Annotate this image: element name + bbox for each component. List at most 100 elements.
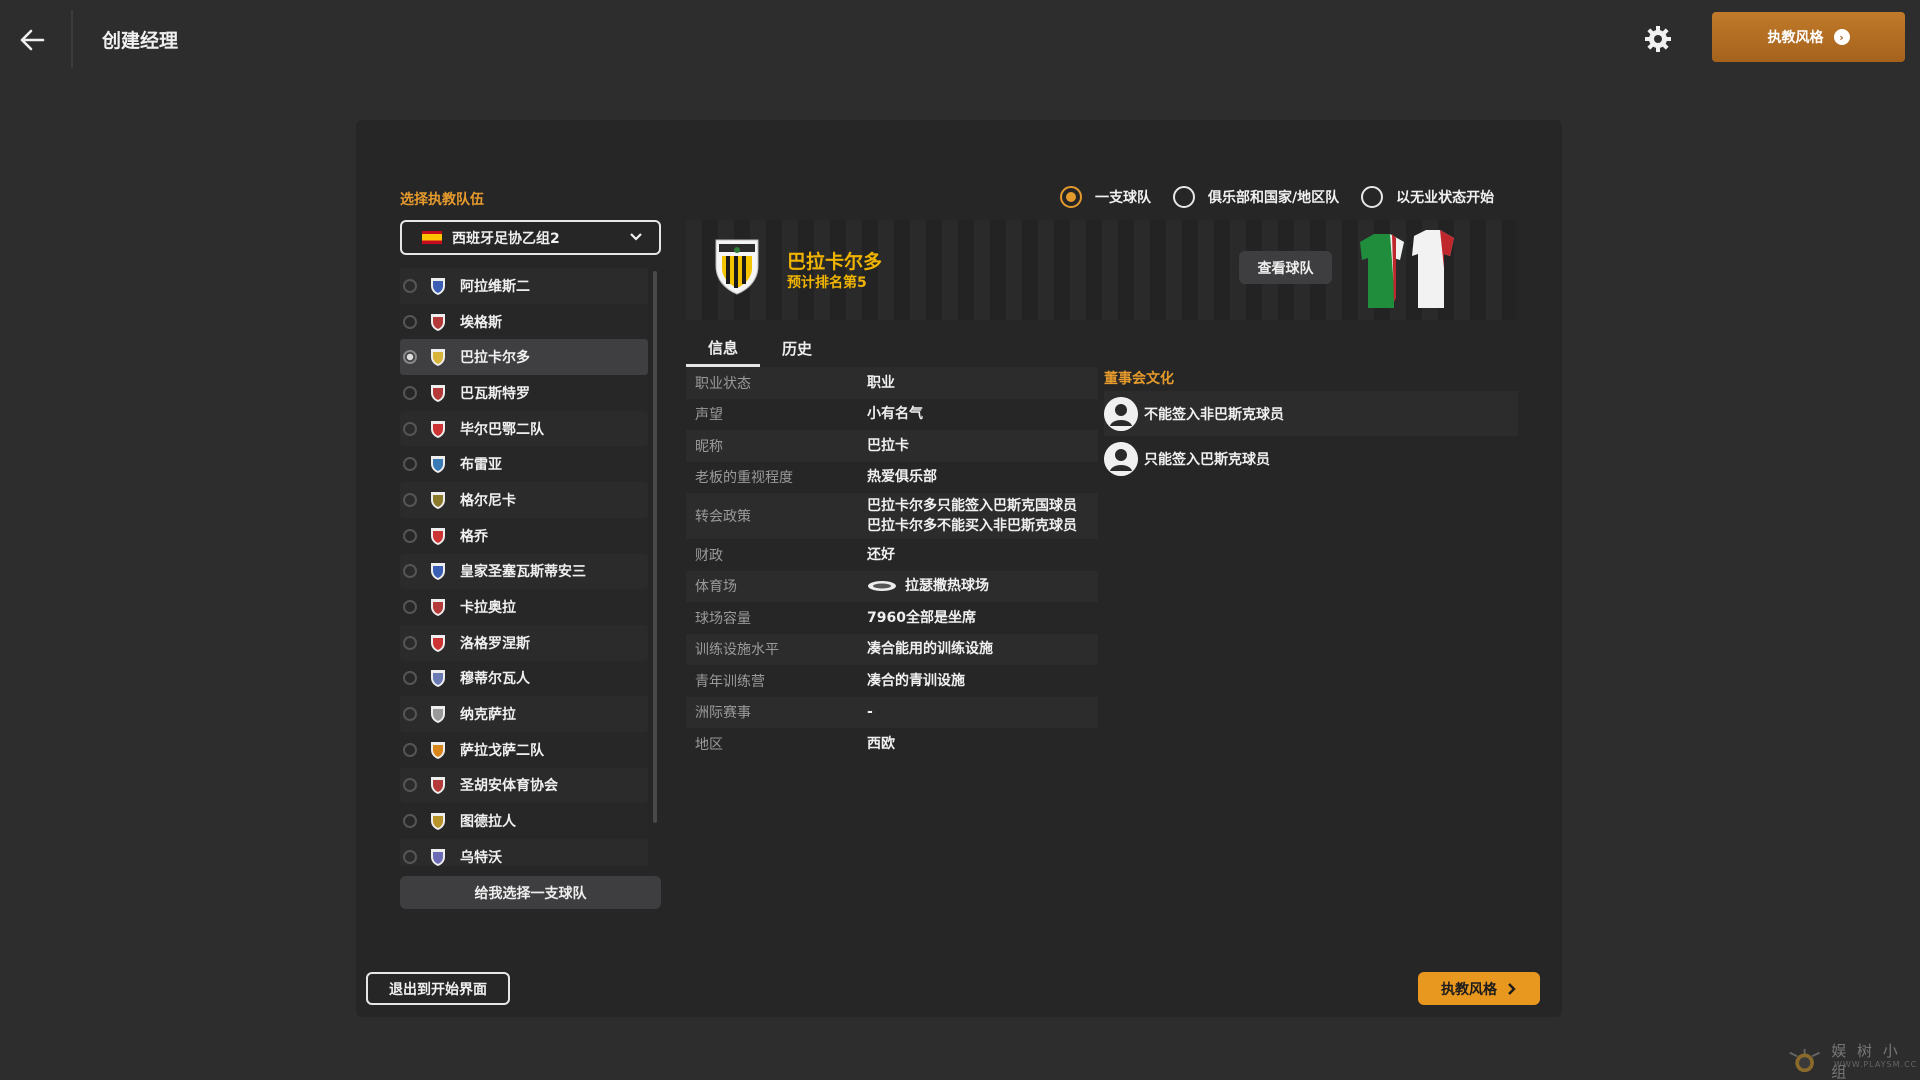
- stadium-icon: [868, 581, 896, 592]
- team-list-item[interactable]: 皇家圣塞瓦斯蒂安三: [400, 553, 648, 590]
- spain-flag-icon: [422, 231, 442, 244]
- watermark-logo-icon: [1789, 1048, 1820, 1073]
- team-radio[interactable]: [403, 742, 417, 757]
- info-value: 巴拉卡: [867, 437, 909, 454]
- team-list-item[interactable]: 格乔: [400, 517, 648, 554]
- view-team-button[interactable]: 查看球队: [1239, 251, 1332, 284]
- team-list-item[interactable]: 乌特沃: [400, 839, 648, 866]
- team-list-item[interactable]: 图德拉人: [400, 803, 648, 839]
- team-list-item[interactable]: 圣胡安体育协会: [400, 767, 648, 804]
- team-list-item[interactable]: 洛格罗涅斯: [400, 624, 648, 661]
- team-radio[interactable]: [403, 778, 417, 793]
- info-value-cell: 巴拉卡: [867, 436, 1098, 456]
- team-radio[interactable]: [403, 600, 417, 615]
- team-radio[interactable]: [403, 421, 417, 436]
- team-list-item[interactable]: 埃格斯: [400, 303, 648, 340]
- arrow-left-icon: [20, 29, 45, 51]
- settings-button[interactable]: [1642, 23, 1674, 55]
- league-dropdown[interactable]: 西班牙足协乙组2: [400, 220, 661, 255]
- team-name: 萨拉戈萨二队: [460, 742, 544, 759]
- team-radio[interactable]: [403, 849, 417, 864]
- start-mode-option[interactable]: 一支球队: [1060, 186, 1151, 208]
- team-radio[interactable]: [403, 492, 417, 507]
- team-list-item[interactable]: 穆蒂尔瓦人: [400, 660, 648, 697]
- info-value-cell: -: [867, 702, 1098, 722]
- info-row: 声望 小有名气: [686, 399, 1098, 431]
- team-list-item[interactable]: 萨拉戈萨二队: [400, 731, 648, 768]
- exit-to-start-button[interactable]: 退出到开始界面: [366, 972, 510, 1005]
- back-button[interactable]: [8, 16, 56, 64]
- info-row: 青年训练营 凑合的青训设施: [686, 665, 1098, 697]
- team-radio[interactable]: [403, 707, 417, 722]
- info-value: 凑合能用的训练设施: [867, 641, 993, 658]
- tab-info[interactable]: 信息: [686, 330, 760, 367]
- info-key: 声望: [695, 407, 723, 424]
- info-value: 拉瑟撒热球场: [905, 578, 989, 595]
- info-row: 昵称 巴拉卡: [686, 430, 1098, 462]
- team-name: 卡拉奥拉: [460, 600, 516, 617]
- team-name: 穆蒂尔瓦人: [460, 671, 530, 688]
- team-radio[interactable]: [403, 814, 417, 829]
- info-value-cell: 拉瑟撒热球场: [867, 576, 1098, 596]
- team-radio[interactable]: [403, 350, 417, 365]
- team-crest-icon: [431, 848, 445, 866]
- team-radio[interactable]: [403, 385, 417, 400]
- board-culture-label: 董事会文化: [1104, 371, 1174, 387]
- team-list-item[interactable]: 巴拉卡尔多: [400, 339, 648, 376]
- info-key: 青年训练营: [695, 673, 765, 690]
- mode-radio[interactable]: [1173, 186, 1195, 208]
- chevron-down-icon: [630, 233, 642, 241]
- team-crest-icon: [431, 384, 445, 402]
- info-key: 职业状态: [695, 375, 751, 392]
- team-crest-icon: [431, 634, 445, 652]
- top-coaching-style-button[interactable]: 执教风格 ›: [1712, 12, 1905, 62]
- info-row: 财政 还好: [686, 539, 1098, 571]
- team-list-item[interactable]: 格尔尼卡: [400, 482, 648, 518]
- team-list-item[interactable]: 纳克萨拉: [400, 696, 648, 732]
- team-radio[interactable]: [403, 671, 417, 686]
- club-kit-icon: [1360, 230, 1454, 308]
- info-value: 凑合的青训设施: [867, 672, 965, 689]
- info-value-cell: 还好: [867, 545, 1098, 565]
- mode-option-label: 以无业状态开始: [1396, 190, 1495, 206]
- team-name: 巴瓦斯特罗: [460, 385, 530, 402]
- team-name: 乌特沃: [460, 849, 502, 866]
- team-name: 毕尔巴鄂二队: [460, 421, 544, 438]
- start-mode-option[interactable]: 以无业状态开始: [1361, 186, 1494, 208]
- team-crest-icon: [431, 563, 445, 581]
- team-list-item[interactable]: 布雷亚: [400, 446, 648, 483]
- start-mode-option[interactable]: 俱乐部和国家/地区队: [1173, 186, 1339, 208]
- info-row: 洲际赛事 -: [686, 696, 1098, 728]
- club-tabs: 信息 历史: [686, 330, 834, 367]
- mode-radio[interactable]: [1060, 186, 1082, 208]
- team-list-scrollbar[interactable]: [653, 271, 657, 823]
- team-radio[interactable]: [403, 314, 417, 329]
- info-row: 转会政策 巴拉卡尔多只能签入巴斯克国球员 巴拉卡尔多不能买入非巴斯克球员: [686, 493, 1098, 539]
- team-radio[interactable]: [403, 635, 417, 650]
- team-radio[interactable]: [403, 278, 417, 293]
- info-row: 老板的重视程度 热爱俱乐部: [686, 462, 1098, 494]
- team-list-item[interactable]: 毕尔巴鄂二队: [400, 410, 648, 447]
- info-key: 地区: [695, 736, 723, 753]
- team-name: 布雷亚: [460, 457, 502, 474]
- coaching-style-button[interactable]: 执教风格: [1418, 972, 1540, 1005]
- board-culture-text: 只能签入巴斯克球员: [1144, 451, 1270, 468]
- team-list-item[interactable]: 阿拉维斯二: [400, 268, 648, 304]
- info-value: 职业: [867, 374, 895, 391]
- mode-radio[interactable]: [1361, 186, 1384, 208]
- info-row: 球场容量 7960全部是坐席: [686, 602, 1098, 634]
- header-divider: [71, 10, 73, 68]
- team-radio[interactable]: [403, 528, 417, 543]
- team-radio[interactable]: [403, 564, 417, 579]
- info-key: 球场容量: [695, 610, 751, 627]
- pick-team-for-me-button[interactable]: 给我选择一支球队: [400, 876, 661, 909]
- mode-option-label: 一支球队: [1095, 190, 1151, 206]
- team-name: 圣胡安体育协会: [460, 778, 558, 795]
- team-list-item[interactable]: 卡拉奥拉: [400, 589, 648, 625]
- board-culture-text: 不能签入非巴斯克球员: [1144, 406, 1284, 423]
- team-radio[interactable]: [403, 457, 417, 472]
- team-list: 阿拉维斯二 埃格斯 巴拉卡尔多巴瓦斯特罗毕尔巴鄂二队 布雷亚格尔尼卡 格乔 皇家圣塞瓦斯蒂…: [400, 268, 648, 866]
- team-list-item[interactable]: 巴瓦斯特罗: [400, 375, 648, 411]
- tab-history[interactable]: 历史: [760, 330, 834, 367]
- info-row: 体育场 拉瑟撒热球场: [686, 570, 1098, 602]
